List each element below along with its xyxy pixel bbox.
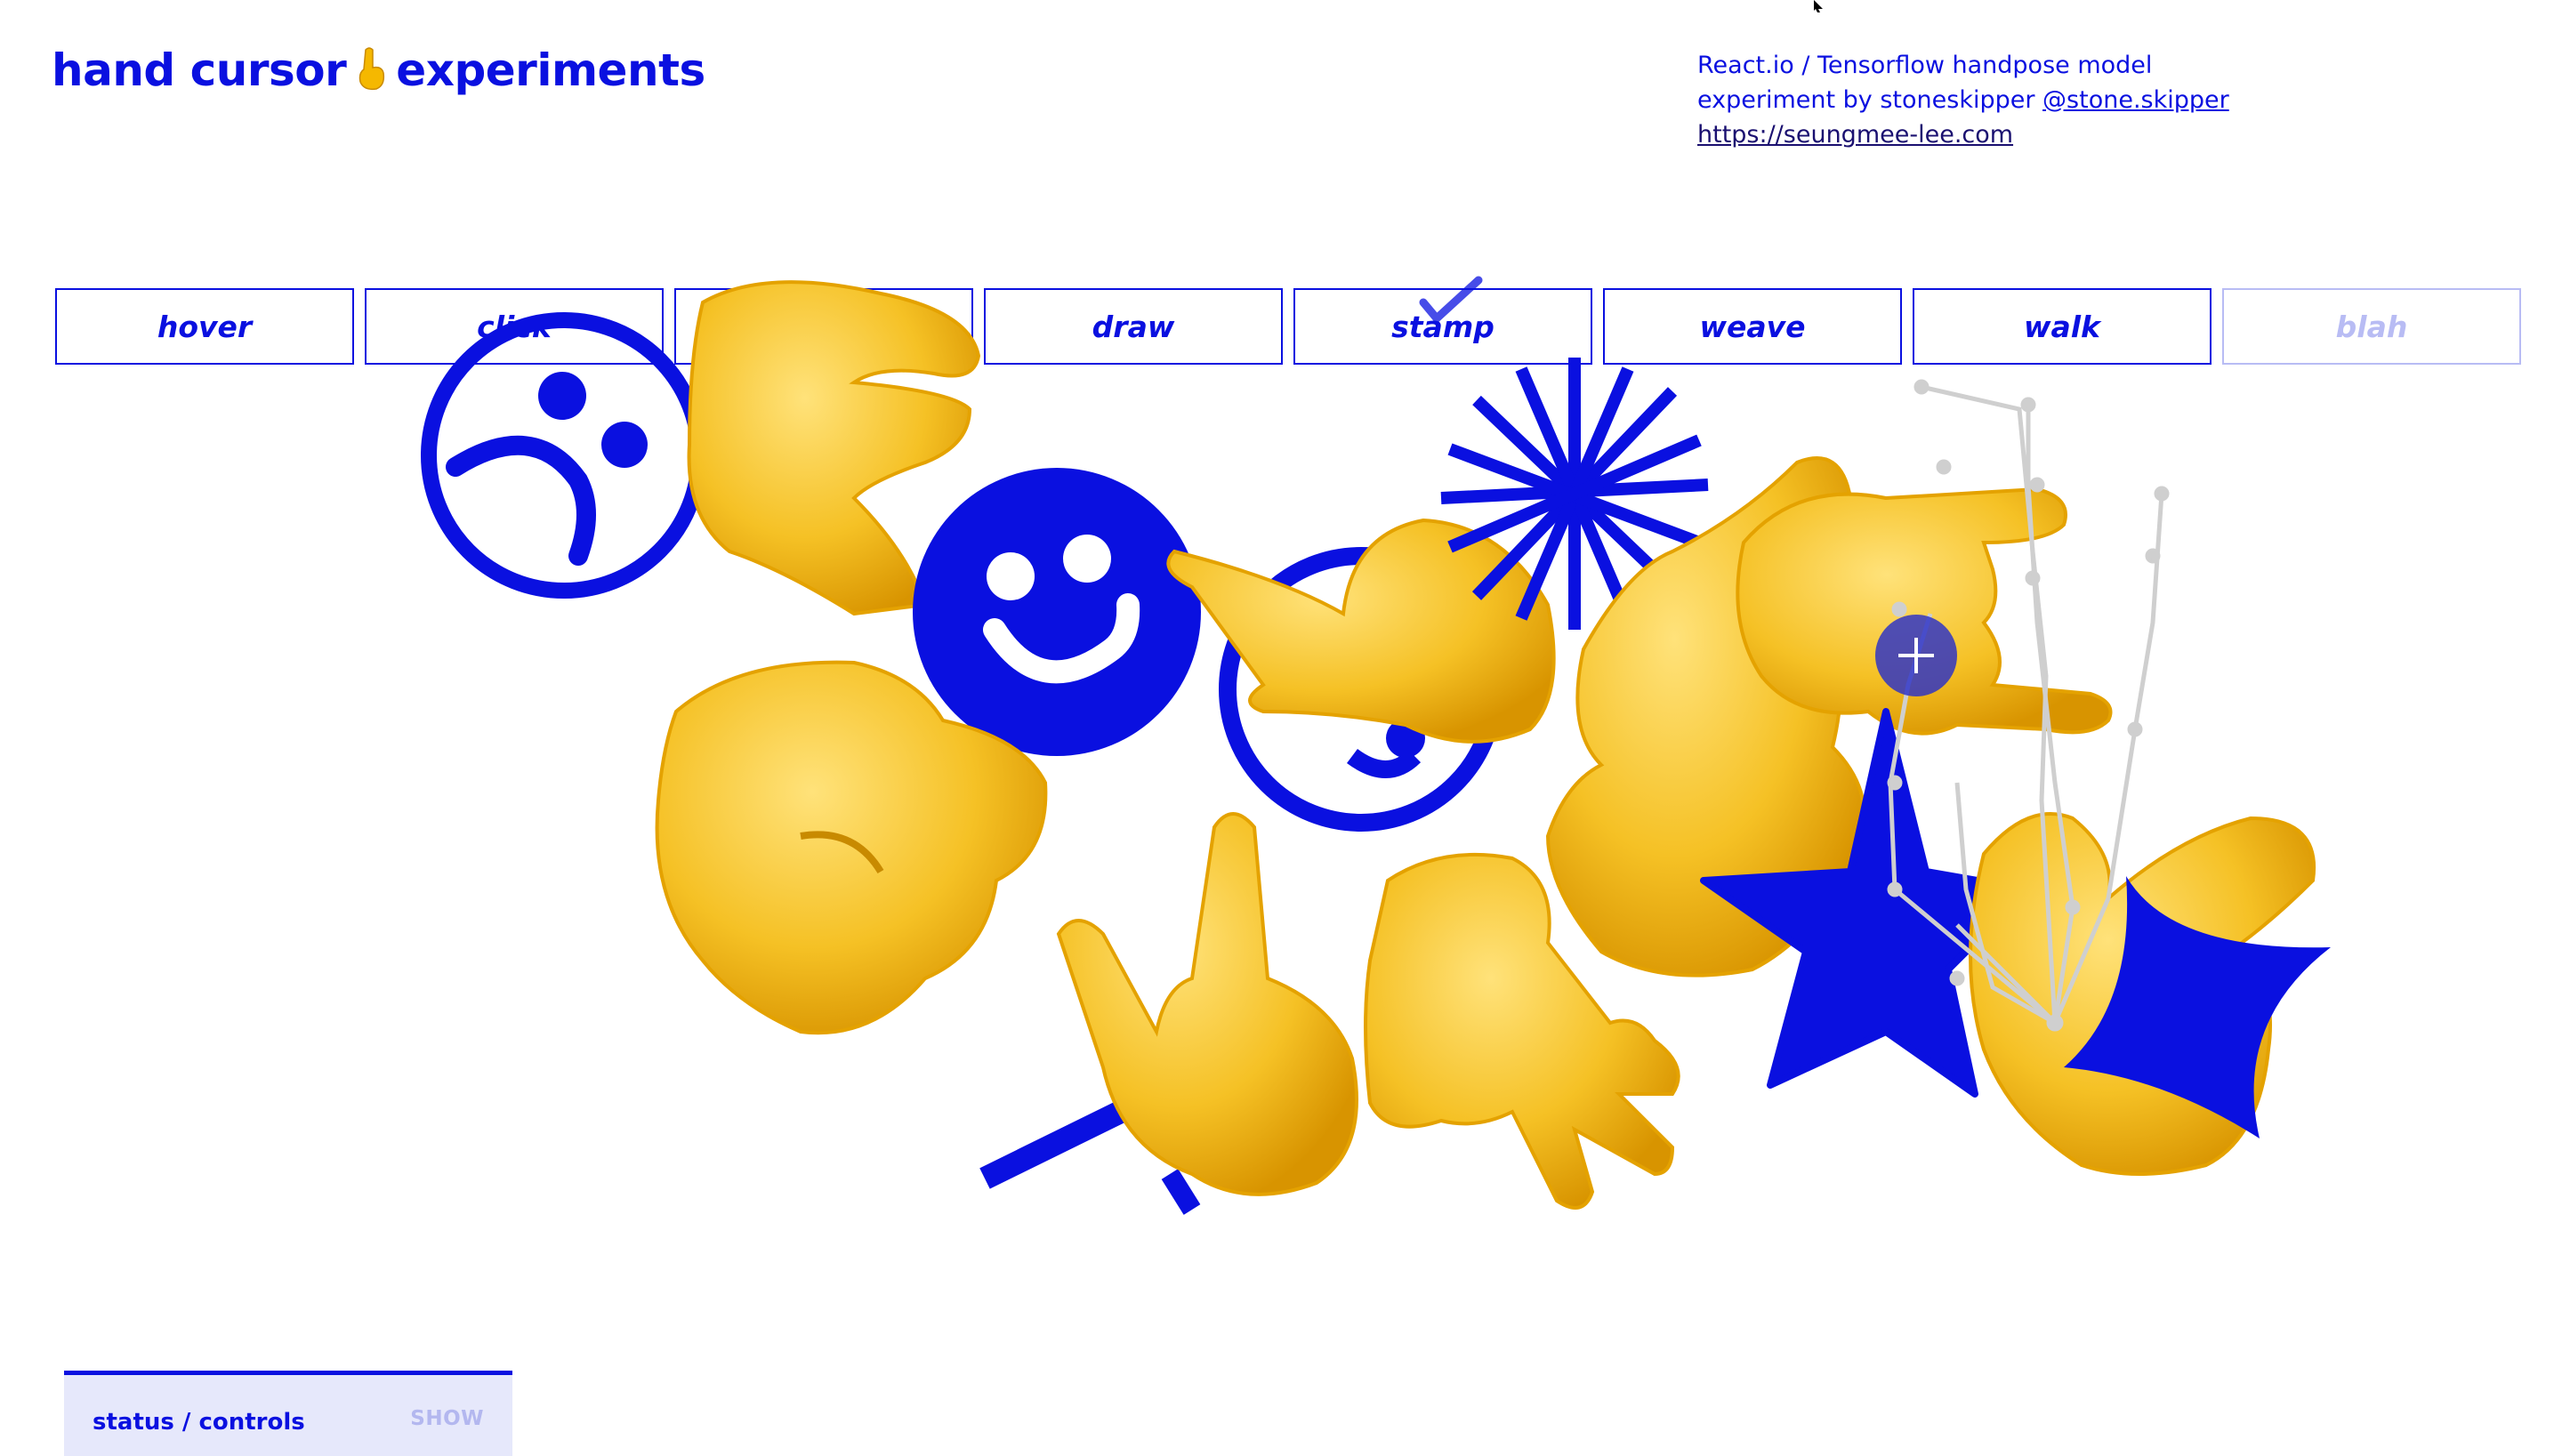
star-icon — [1700, 708, 2032, 1098]
hand-skeleton-overlay — [1887, 379, 2170, 1032]
four-point-star-icon — [2064, 876, 2331, 1138]
tab-stamp[interactable]: stamp — [1293, 288, 1592, 365]
tab-click[interactable]: click — [365, 288, 664, 365]
stamp-canvas[interactable] — [0, 0, 2562, 1456]
tab-page[interactable]: page — [674, 288, 973, 365]
hand-cursor-icon — [1875, 615, 1957, 696]
pointing-hand-emoji — [1166, 518, 1556, 744]
title-part2: experiments — [396, 44, 705, 96]
credits-author: experiment by stoneskipper — [1697, 86, 2043, 114]
app-title: hand cursor experiments — [52, 44, 705, 96]
bar-fragment-icon — [1161, 1169, 1201, 1215]
tab-weave[interactable]: weave — [1603, 288, 1902, 365]
instagram-link[interactable]: @stone.skipper — [2042, 86, 2229, 114]
raised-hand-emoji — [1364, 852, 1680, 1210]
hand-horns-emoji — [1736, 487, 2113, 736]
tab-hover[interactable]: hover — [55, 288, 354, 365]
diagonal-bar-icon — [979, 1088, 1153, 1189]
rock-on-hand-emoji — [1056, 812, 1358, 1196]
title-part1: hand cursor — [52, 44, 347, 96]
raised-fist-emoji — [655, 660, 1048, 1035]
tab-draw[interactable]: draw — [984, 288, 1283, 365]
experiment-tabs: hover click page draw stamp weave walk b… — [55, 288, 2521, 365]
burst-icon — [1440, 358, 1709, 630]
mouse-pointer-icon — [1814, 0, 1823, 12]
credits-line3: https://seungmee-lee.com — [1697, 117, 2229, 152]
pointing-up-finger-icon — [359, 47, 385, 91]
open-hand-emoji — [1545, 456, 1866, 977]
website-link[interactable]: https://seungmee-lee.com — [1697, 121, 2013, 149]
status-controls-panel: status / controls SHOW — [64, 1371, 512, 1456]
credits: React.io / Tensorflow handpose model exp… — [1697, 48, 2229, 152]
credits-line1: React.io / Tensorflow handpose model — [1697, 52, 2153, 79]
tab-blah[interactable]: blah — [2222, 288, 2521, 365]
smiley-face-outline-icon — [1219, 547, 1503, 832]
credits-line2: experiment by stoneskipper @stone.skippe… — [1697, 83, 2229, 117]
thumbs-up-emoji — [1969, 812, 2316, 1176]
status-label: status / controls — [93, 1409, 305, 1436]
smiley-face-icon — [913, 468, 1201, 756]
show-button[interactable]: SHOW — [410, 1407, 484, 1430]
tab-walk[interactable]: walk — [1913, 288, 2212, 365]
